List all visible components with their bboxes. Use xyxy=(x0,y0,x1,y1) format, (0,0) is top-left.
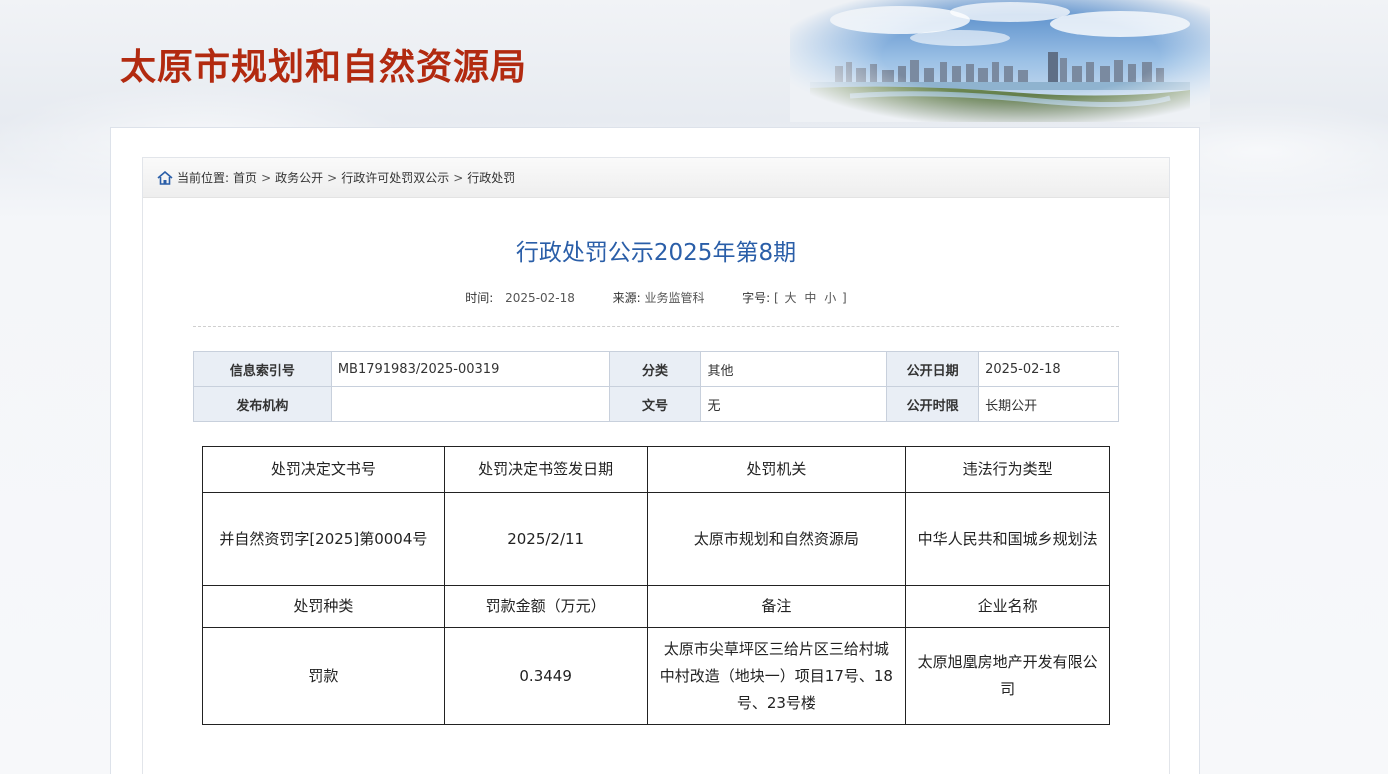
table-header-row: 处罚决定文书号 处罚决定书签发日期 处罚机关 违法行为类型 xyxy=(202,446,1110,493)
article-panel: 当前位置: 首页 > 政务公开 > 行政许可处罚双公示 > 行政处罚 行政处罚公… xyxy=(142,157,1170,774)
docno-value: 无 xyxy=(700,386,888,422)
fontsize-large[interactable]: 大 xyxy=(785,291,797,305)
table-cell: 太原市尖草坪区三给片区三给村城中村改造（地块一）项目17号、18号、23号楼 xyxy=(646,627,907,725)
table-cell: 2025/2/11 xyxy=(443,492,648,586)
duration-label: 公开时限 xyxy=(886,386,980,422)
table-cell: 备注 xyxy=(646,585,907,628)
breadcrumb-administrative-penalty[interactable]: 行政处罚 xyxy=(467,169,515,186)
fontsize-small[interactable]: 小 xyxy=(824,291,836,305)
breadcrumb-open-government[interactable]: 政务公开 xyxy=(275,169,323,186)
article-meta: 时间: 2025-02-18 来源: 业务监管科 字号: [ 大 中 小 ] xyxy=(143,289,1169,306)
index-label: 信息索引号 xyxy=(193,351,332,387)
source-label: 来源: xyxy=(612,291,641,305)
city-skyline-banner xyxy=(790,0,1210,122)
breadcrumb-prefix: 当前位置: xyxy=(177,171,230,185)
pubdate-label: 公开日期 xyxy=(886,351,980,387)
fontsize-medium[interactable]: 中 xyxy=(804,291,816,305)
table-cell: 处罚决定文书号 xyxy=(202,446,445,493)
table-cell: 处罚种类 xyxy=(202,585,445,628)
info-row: 发布机构 文号 无 公开时限 长期公开 xyxy=(193,386,1119,422)
breadcrumb: 当前位置: 首页 > 政务公开 > 行政许可处罚双公示 > 行政处罚 xyxy=(143,158,1169,198)
article-title: 行政处罚公示2025年第8期 xyxy=(515,240,797,266)
publisher-value xyxy=(330,386,610,422)
table-cell: 太原市规划和自然资源局 xyxy=(646,492,907,586)
table-cell: 企业名称 xyxy=(905,585,1110,628)
table-cell: 罚款金额（万元） xyxy=(443,585,648,628)
table-cell: 处罚机关 xyxy=(646,446,907,493)
breadcrumb-separator: > xyxy=(327,170,338,185)
table-cell: 处罚决定书签发日期 xyxy=(443,446,648,493)
content-container: 当前位置: 首页 > 政务公开 > 行政许可处罚双公示 > 行政处罚 行政处罚公… xyxy=(110,127,1200,774)
table-row: 并自然资罚字[2025]第0004号 2025/2/11 太原市规划和自然资源局… xyxy=(202,492,1110,586)
duration-value: 长期公开 xyxy=(978,386,1119,422)
table-cell: 并自然资罚字[2025]第0004号 xyxy=(202,492,445,586)
category-value: 其他 xyxy=(700,351,888,387)
source-value: 业务监管科 xyxy=(644,291,705,305)
penalty-table: 处罚决定文书号 处罚决定书签发日期 处罚机关 违法行为类型 并自然资罚字[202… xyxy=(202,446,1110,725)
fontsize-switcher: [ 大 中 小 ] xyxy=(773,291,847,305)
breadcrumb-permit-penalty[interactable]: 行政许可处罚双公示 xyxy=(341,169,449,186)
index-value: MB1791983/2025-00319 xyxy=(330,351,610,387)
pubdate-value: 2025-02-18 xyxy=(978,351,1119,387)
info-table: 信息索引号 MB1791983/2025-00319 分类 其他 公开日期 20… xyxy=(193,351,1119,422)
docno-label: 文号 xyxy=(608,386,702,422)
table-header-row: 处罚种类 罚款金额（万元） 备注 企业名称 xyxy=(202,585,1110,628)
divider xyxy=(193,326,1119,327)
breadcrumb-home[interactable]: 首页 xyxy=(233,169,257,186)
publisher-label: 发布机构 xyxy=(193,386,332,422)
table-cell: 罚款 xyxy=(202,627,445,725)
site-title: 太原市规划和自然资源局 xyxy=(120,47,528,88)
table-cell: 0.3449 xyxy=(443,627,648,725)
table-cell: 违法行为类型 xyxy=(905,446,1110,493)
time-label: 时间: xyxy=(465,291,494,305)
breadcrumb-separator: > xyxy=(453,170,464,185)
table-row: 罚款 0.3449 太原市尖草坪区三给片区三给村城中村改造（地块一）项目17号、… xyxy=(202,627,1110,725)
category-label: 分类 xyxy=(608,351,702,387)
breadcrumb-separator: > xyxy=(261,170,272,185)
table-cell: 太原旭凰房地产开发有限公司 xyxy=(905,627,1110,725)
time-value: 2025-02-18 xyxy=(505,291,575,305)
home-icon xyxy=(157,170,173,185)
info-row: 信息索引号 MB1791983/2025-00319 分类 其他 公开日期 20… xyxy=(193,351,1119,387)
fontsize-label: 字号: xyxy=(742,291,771,305)
table-cell: 中华人民共和国城乡规划法 xyxy=(905,492,1110,586)
